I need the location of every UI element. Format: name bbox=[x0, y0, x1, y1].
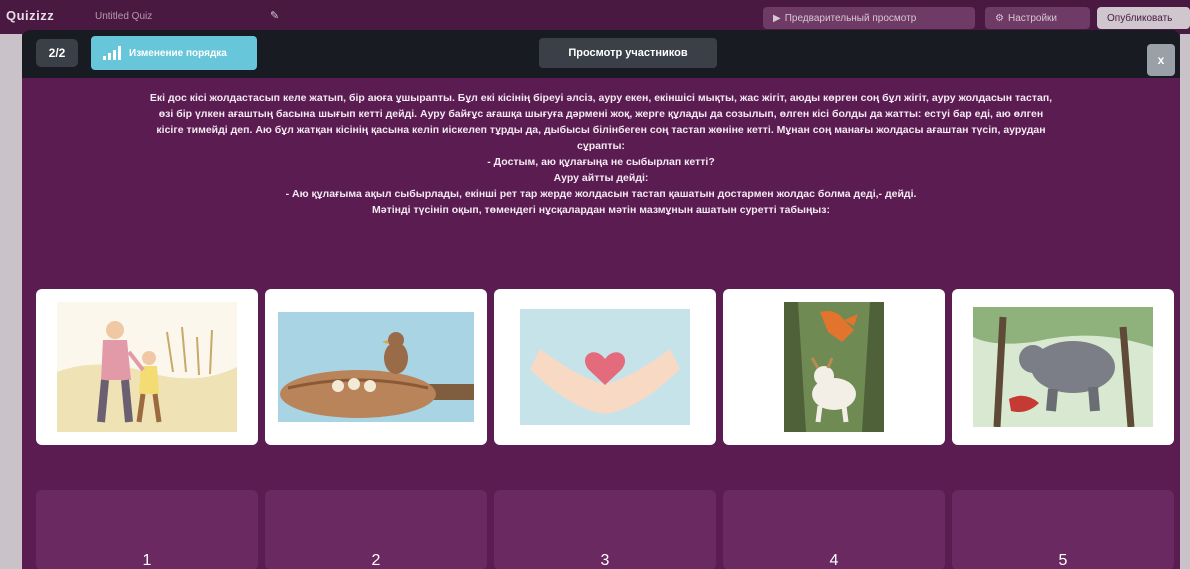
answer-card-4[interactable] bbox=[723, 289, 945, 445]
father-son-walking-icon bbox=[57, 302, 237, 432]
gear-icon: ⚙ bbox=[995, 12, 1004, 24]
settings-label: Настройки bbox=[1007, 12, 1058, 24]
question-line: Мәтінді түсініп оқып, төмендегі нұсқалар… bbox=[371, 204, 830, 216]
signal-bars-icon bbox=[103, 46, 121, 60]
answer-card-3[interactable] bbox=[494, 289, 716, 445]
publish-label: Опубликовать bbox=[1107, 12, 1173, 24]
question-line: - Достым, аю құлағыңа не сыбырлап кетті? bbox=[487, 156, 715, 168]
answer-slot-3[interactable]: 3 bbox=[494, 490, 716, 569]
fox-goat-well-icon bbox=[784, 302, 884, 432]
bird-nest-icon bbox=[278, 312, 474, 422]
question-line: Екі дос кісі жолдастасып келе жатып, бір… bbox=[149, 92, 1053, 104]
question-line: Ауру айтты дейді: bbox=[553, 172, 649, 184]
slot-number: 3 bbox=[600, 552, 610, 569]
app-logo: Quizizz bbox=[6, 8, 55, 23]
answer-card-5[interactable] bbox=[952, 289, 1174, 445]
answer-slot-1[interactable]: 1 bbox=[36, 490, 258, 569]
app-top-bar: Quizizz Untitled Quiz ✎ ▶ Предварительны… bbox=[0, 0, 1190, 34]
answer-card-1[interactable] bbox=[36, 289, 258, 445]
question-counter: 2/2 bbox=[36, 39, 78, 67]
play-icon: ▶ bbox=[773, 12, 781, 24]
slot-number: 5 bbox=[1058, 552, 1068, 569]
background-panel-left bbox=[0, 34, 22, 569]
question-line: сұрапты: bbox=[577, 140, 625, 152]
view-participants-button[interactable]: Просмотр участников bbox=[539, 38, 717, 68]
slot-number: 4 bbox=[829, 552, 839, 569]
settings-button[interactable]: ⚙ Настройки bbox=[985, 7, 1090, 29]
publish-button[interactable]: Опубликовать bbox=[1097, 7, 1190, 29]
modal-header: 2/2 Изменение порядка Просмотр участнико… bbox=[22, 30, 1180, 78]
close-button[interactable]: x bbox=[1147, 44, 1175, 76]
question-text: Екі дос кісі жолдастасып келе жатып, бір… bbox=[30, 90, 1172, 218]
answer-card-2[interactable] bbox=[265, 289, 487, 445]
answer-slot-5[interactable]: 5 bbox=[952, 490, 1174, 569]
quiz-title[interactable]: Untitled Quiz bbox=[95, 11, 152, 22]
question-preview-modal: 2/2 Изменение порядка Просмотр участнико… bbox=[22, 30, 1180, 569]
preview-button[interactable]: ▶ Предварительный просмотр bbox=[763, 7, 975, 29]
bear-man-forest-icon bbox=[973, 307, 1153, 427]
background-panel-right bbox=[1180, 34, 1190, 569]
answer-slots: 1 2 3 4 5 bbox=[36, 490, 1176, 569]
pencil-icon[interactable]: ✎ bbox=[270, 9, 279, 22]
preview-label: Предварительный просмотр bbox=[784, 12, 917, 24]
question-line: кісіге тимейді деп. Аю бұл жатқан кісіні… bbox=[156, 124, 1046, 136]
slot-number: 2 bbox=[371, 552, 381, 569]
question-line: - Аю құлағыма ақыл сыбырлады, екінші рет… bbox=[285, 188, 917, 200]
answer-slot-2[interactable]: 2 bbox=[265, 490, 487, 569]
hands-heart-icon bbox=[520, 309, 690, 425]
reorder-label: Изменение порядка bbox=[129, 47, 227, 59]
question-line: өзі бір үлкен ағаштың басына шығып кетті… bbox=[158, 108, 1044, 120]
reorder-button[interactable]: Изменение порядка bbox=[91, 36, 257, 70]
slot-number: 1 bbox=[142, 552, 152, 569]
answer-slot-4[interactable]: 4 bbox=[723, 490, 945, 569]
answer-cards bbox=[36, 289, 1176, 445]
